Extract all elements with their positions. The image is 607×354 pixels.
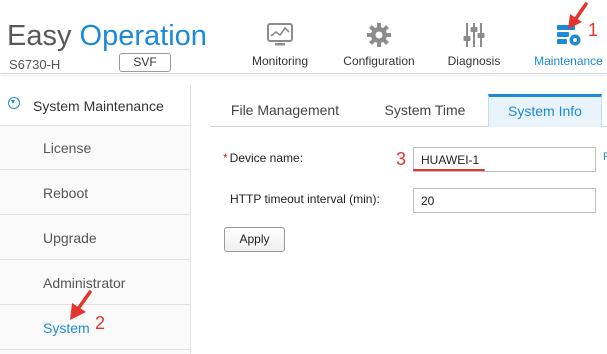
apply-button[interactable]: Apply <box>224 227 285 252</box>
top-header: Easy Operation S6730-H SVF Monitoring Co… <box>0 0 607 74</box>
nav-configuration[interactable]: Configuration <box>336 0 422 73</box>
nav-diagnosis[interactable]: Diagnosis <box>440 0 508 73</box>
gear-icon <box>367 23 391 47</box>
tab-bar: File Management System Time System Info <box>210 94 607 127</box>
required-mark: * <box>223 151 228 165</box>
annotation-underline <box>413 169 485 171</box>
sidebar-item-label: Upgrade <box>43 230 97 246</box>
sidebar-item-label: System <box>43 320 90 336</box>
collapse-chevron-icon <box>8 97 20 109</box>
annotation-step-2: 2 <box>95 313 106 333</box>
logo-word-easy: Easy <box>7 20 72 52</box>
nav-maintenance-label: Maintenance <box>534 54 603 68</box>
tab-file-management[interactable]: File Management <box>210 94 360 126</box>
nav-diagnosis-label: Diagnosis <box>447 54 501 68</box>
http-timeout-input[interactable] <box>413 188 596 213</box>
annotation-arrow-1-icon <box>568 2 588 29</box>
truncated-link[interactable]: R <box>603 151 607 163</box>
device-name-label-text: Device name: <box>229 151 304 165</box>
sidebar-item-label: Reboot <box>43 185 89 201</box>
device-name-label: * Device name: <box>223 151 303 165</box>
nav-monitoring-label: Monitoring <box>251 54 309 68</box>
monitor-icon <box>267 23 293 46</box>
nav-monitoring[interactable]: Monitoring <box>244 0 316 73</box>
sidebar-item-label: License <box>43 140 92 156</box>
tab-system-info[interactable]: System Info <box>488 94 602 127</box>
app-logo: Easy Operation <box>7 19 207 53</box>
sidebar-section-system-maintenance[interactable]: System Maintenance <box>0 85 190 126</box>
tab-system-time[interactable]: System Time <box>365 94 485 126</box>
sidebar-item-upgrade[interactable]: Upgrade <box>0 216 190 260</box>
logo-word-operation: Operation <box>79 20 207 52</box>
annotation-arrow-2-icon <box>70 290 92 320</box>
sliders-icon <box>463 23 485 47</box>
sidebar-item-label: Administrator <box>43 275 126 291</box>
device-model: S6730-H <box>9 57 61 72</box>
annotation-step-3: 3 <box>396 149 407 169</box>
sidebar-item-reboot[interactable]: Reboot <box>0 171 190 215</box>
http-timeout-label: HTTP timeout interval (min): <box>230 192 380 206</box>
sidebar-section-label: System Maintenance <box>33 98 164 114</box>
svf-button[interactable]: SVF <box>119 53 171 72</box>
nav-configuration-label: Configuration <box>343 54 415 68</box>
sidebar-item-license[interactable]: License <box>0 126 190 170</box>
